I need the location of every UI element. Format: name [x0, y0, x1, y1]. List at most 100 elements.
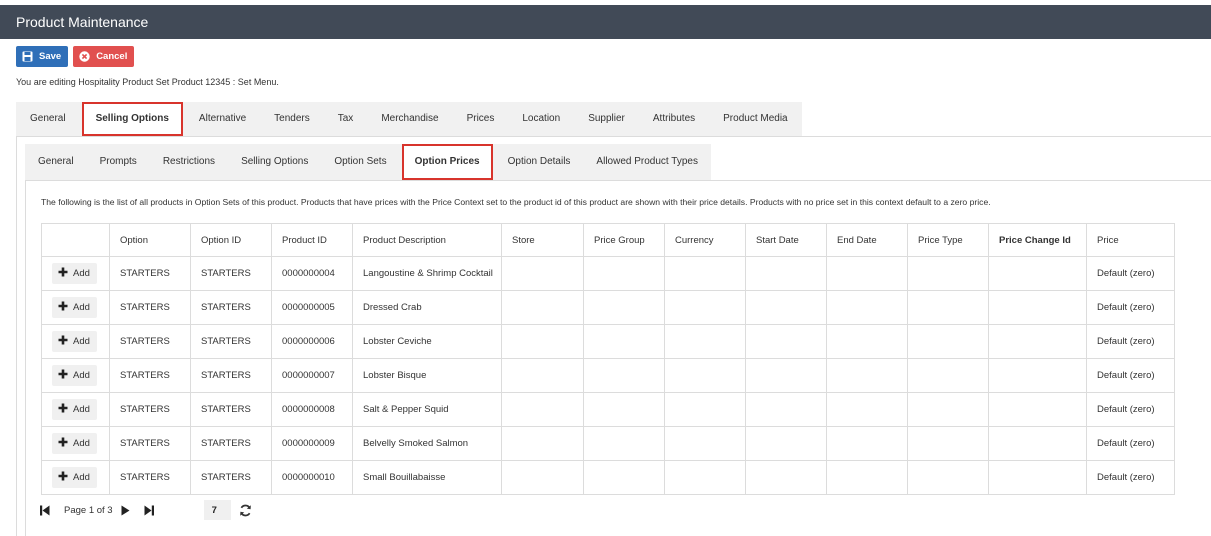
tab-supplier[interactable]: Supplier: [574, 102, 639, 136]
cell-actions: Add: [41, 324, 110, 359]
cell-price-change-id: [988, 392, 1087, 427]
subtab-option-prices[interactable]: Option Prices: [401, 144, 493, 180]
table-row: Add STARTERS STARTERS 0000000008 Salt & Pepp…: [41, 392, 1175, 427]
cell-actions: Add: [41, 460, 110, 495]
add-price-button[interactable]: Add: [52, 467, 97, 488]
table-row: Add STARTERS STARTERS 0000000005 Dressed Cra…: [41, 290, 1175, 325]
tab-location[interactable]: Location: [508, 102, 574, 136]
cell-price-type: [907, 358, 989, 393]
cell-store: [501, 256, 584, 291]
save-button-label: Save: [39, 51, 62, 62]
add-price-button[interactable]: Add: [52, 297, 97, 318]
cell-start-date: [745, 324, 827, 359]
add-price-button[interactable]: Add: [52, 433, 97, 454]
tab-prices[interactable]: Prices: [453, 102, 509, 136]
page-title: Product Maintenance: [0, 5, 1211, 39]
cell-currency: [664, 392, 746, 427]
add-price-button[interactable]: Add: [52, 399, 97, 420]
cell-product-id: 0000000010: [271, 460, 353, 495]
pagination: Page 1 of 3 7: [40, 500, 252, 520]
next-page-icon[interactable]: [121, 505, 130, 516]
add-button-label: Add: [73, 472, 90, 483]
subtab-prompts[interactable]: Prompts: [87, 144, 150, 180]
subtab-allowed-product-types[interactable]: Allowed Product Types: [583, 144, 711, 180]
tab-product-media[interactable]: Product Media: [709, 102, 801, 136]
cell-end-date: [826, 324, 908, 359]
subtab-selling-options[interactable]: Selling Options: [228, 144, 321, 180]
cell-option: STARTERS: [109, 358, 191, 393]
cell-option-id: STARTERS: [190, 256, 272, 291]
column-header-price-group[interactable]: Price Group: [583, 223, 665, 257]
tab-selling-options[interactable]: Selling Options: [81, 102, 183, 136]
subtab-general[interactable]: General: [25, 144, 87, 180]
tab-tenders[interactable]: Tenders: [260, 102, 324, 136]
cell-price: Default (zero): [1086, 290, 1175, 325]
column-header-price-change-id[interactable]: Price Change Id: [988, 223, 1087, 257]
add-button-label: Add: [73, 268, 90, 279]
cell-product-description: Dressed Crab: [352, 290, 502, 325]
column-header-product-description[interactable]: Product Description: [352, 223, 502, 257]
cell-product-id: 0000000006: [271, 324, 353, 359]
tab-tax[interactable]: Tax: [324, 102, 368, 136]
cell-price: Default (zero): [1086, 426, 1175, 461]
column-header-currency[interactable]: Currency: [664, 223, 746, 257]
subtab-option-details[interactable]: Option Details: [495, 144, 584, 180]
cell-start-date: [745, 256, 827, 291]
cell-price-change-id: [988, 290, 1087, 325]
cell-start-date: [745, 426, 827, 461]
cell-price-change-id: [988, 256, 1087, 291]
tab-attributes[interactable]: Attributes: [639, 102, 709, 136]
cell-currency: [664, 426, 746, 461]
cell-start-date: [745, 358, 827, 393]
tab-merchandise[interactable]: Merchandise: [367, 102, 452, 136]
cell-price-type: [907, 426, 989, 461]
cell-option: STARTERS: [109, 392, 191, 427]
cell-end-date: [826, 460, 908, 495]
cell-option-id: STARTERS: [190, 460, 272, 495]
column-header-price[interactable]: Price: [1086, 223, 1175, 257]
cancel-button[interactable]: Cancel: [73, 46, 135, 67]
last-page-icon[interactable]: [144, 505, 154, 516]
subtab-restrictions[interactable]: Restrictions: [150, 144, 228, 180]
tab-general[interactable]: General: [16, 102, 80, 136]
cell-price-group: [583, 290, 665, 325]
page-size-input[interactable]: 7: [203, 500, 231, 520]
column-header-option[interactable]: Option: [109, 223, 191, 257]
cell-option: STARTERS: [109, 426, 191, 461]
add-price-button[interactable]: Add: [52, 365, 97, 386]
column-header-start-date[interactable]: Start Date: [745, 223, 827, 257]
cell-price-change-id: [988, 358, 1087, 393]
option-prices-table: Option Option ID Product ID Product Desc…: [41, 223, 1175, 495]
add-price-button[interactable]: Add: [52, 263, 97, 284]
table-row: Add STARTERS STARTERS 0000000006 Lobster Cev…: [41, 324, 1175, 359]
add-price-button[interactable]: Add: [52, 331, 97, 352]
cell-option: STARTERS: [109, 324, 191, 359]
cell-option-id: STARTERS: [190, 392, 272, 427]
cell-actions: Add: [41, 392, 110, 427]
cell-option-id: STARTERS: [190, 324, 272, 359]
cell-store: [501, 324, 584, 359]
cell-actions: Add: [41, 290, 110, 325]
subtab-option-sets[interactable]: Option Sets: [321, 144, 399, 180]
cell-price-group: [583, 256, 665, 291]
cell-store: [501, 460, 584, 495]
tab-alternative[interactable]: Alternative: [185, 102, 260, 136]
add-button-label: Add: [73, 404, 90, 415]
column-header-price-type[interactable]: Price Type: [907, 223, 989, 257]
cell-option: STARTERS: [109, 256, 191, 291]
cell-actions: Add: [41, 256, 110, 291]
column-header-end-date[interactable]: End Date: [826, 223, 908, 257]
first-page-icon[interactable]: [40, 505, 50, 516]
column-header-product-id[interactable]: Product ID: [271, 223, 353, 257]
refresh-icon[interactable]: [239, 504, 252, 517]
save-button[interactable]: Save: [16, 46, 69, 67]
cell-actions: Add: [41, 426, 110, 461]
cell-actions: Add: [41, 358, 110, 393]
add-button-label: Add: [73, 336, 90, 347]
cell-price-group: [583, 358, 665, 393]
column-header-store[interactable]: Store: [501, 223, 584, 257]
column-header-option-id[interactable]: Option ID: [190, 223, 272, 257]
plus-icon: [58, 437, 68, 450]
cell-price-type: [907, 460, 989, 495]
cell-price-type: [907, 256, 989, 291]
